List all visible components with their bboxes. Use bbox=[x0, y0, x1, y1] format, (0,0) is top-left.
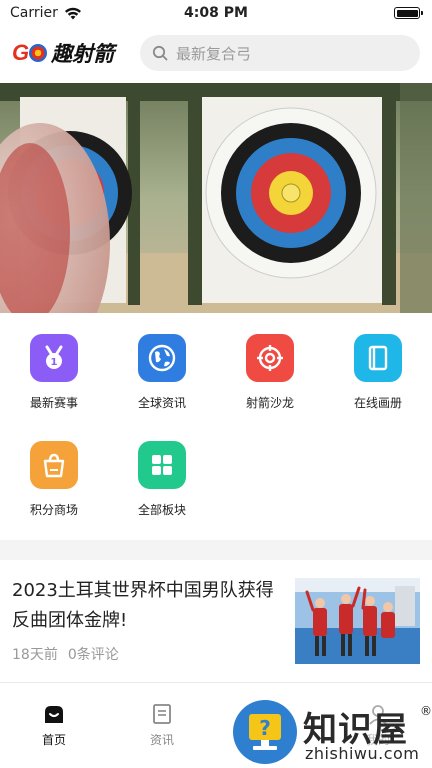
grid-icon bbox=[138, 441, 186, 489]
medal-icon: 1 bbox=[30, 334, 78, 382]
svg-text:?: ? bbox=[259, 716, 271, 740]
tab-label: 资讯 bbox=[149, 733, 174, 747]
app-screen: Carrier 4:08 PM G 趣射箭 最新复合弓 1 最新赛事 全球资讯 … bbox=[0, 0, 432, 768]
status-bar: Carrier 4:08 PM bbox=[0, 0, 432, 26]
target-icon bbox=[246, 334, 294, 382]
logo-mark: G bbox=[12, 40, 48, 66]
tab-news[interactable]: 资讯 bbox=[108, 703, 216, 748]
search-placeholder: 最新复合弓 bbox=[176, 44, 252, 63]
logo-text: 趣射箭 bbox=[51, 41, 115, 66]
wifi-icon bbox=[64, 7, 81, 19]
app-logo: G 趣射箭 bbox=[12, 38, 130, 68]
search-input[interactable]: 最新复合弓 bbox=[140, 35, 420, 71]
article-time: 18天前 bbox=[12, 647, 58, 663]
section-divider bbox=[0, 540, 432, 560]
tab-label: 首页 bbox=[41, 733, 66, 747]
menu-item-latest-events[interactable]: 1 最新赛事 bbox=[0, 334, 108, 411]
shopping-bag-icon bbox=[30, 441, 78, 489]
menu-item-label: 射箭沙龙 bbox=[245, 396, 294, 410]
header: G 趣射箭 最新复合弓 bbox=[0, 30, 432, 76]
search-icon bbox=[152, 45, 168, 61]
watermark-logo: ? bbox=[233, 700, 297, 764]
album-icon bbox=[354, 334, 402, 382]
tab-home[interactable]: 首页 bbox=[0, 703, 108, 748]
menu-item-label: 在线画册 bbox=[353, 396, 402, 410]
news-icon bbox=[153, 704, 171, 724]
watermark: ? 知识屋 ® zhishiwu.com bbox=[233, 700, 432, 768]
article-meta: 18天前 0条评论 bbox=[12, 644, 119, 664]
carrier-label: Carrier bbox=[10, 5, 58, 21]
registered-mark: ® bbox=[420, 704, 432, 718]
menu-item-label: 全球资讯 bbox=[137, 396, 186, 410]
menu-item-online-album[interactable]: 在线画册 bbox=[324, 334, 432, 411]
banner-image bbox=[0, 83, 432, 313]
watermark-url: zhishiwu.com bbox=[305, 744, 420, 763]
article-comment-count: 0条评论 bbox=[67, 647, 119, 663]
svg-text:1: 1 bbox=[51, 357, 58, 368]
menu-item-label: 积分商场 bbox=[29, 503, 78, 517]
banner-carousel[interactable] bbox=[0, 83, 432, 313]
news-article-card[interactable]: 2023土耳其世界杯中国男队获得反曲团体金牌! 18天前 0条评论 bbox=[0, 560, 432, 680]
battery-icon bbox=[394, 7, 423, 19]
menu-item-archery-salon[interactable]: 射箭沙龙 bbox=[216, 334, 324, 411]
home-icon bbox=[45, 706, 63, 723]
article-title: 2023土耳其世界杯中国男队获得反曲团体金牌! bbox=[12, 580, 274, 631]
menu-item-all-sections[interactable]: 全部板块 bbox=[108, 441, 216, 518]
article-thumbnail bbox=[295, 578, 420, 664]
menu-item-label: 最新赛事 bbox=[29, 396, 78, 410]
menu-item-points-mall[interactable]: 积分商场 bbox=[0, 441, 108, 518]
menu-item-global-news[interactable]: 全球资讯 bbox=[108, 334, 216, 411]
globe-icon bbox=[138, 334, 186, 382]
menu-item-label: 全部板块 bbox=[137, 503, 186, 517]
